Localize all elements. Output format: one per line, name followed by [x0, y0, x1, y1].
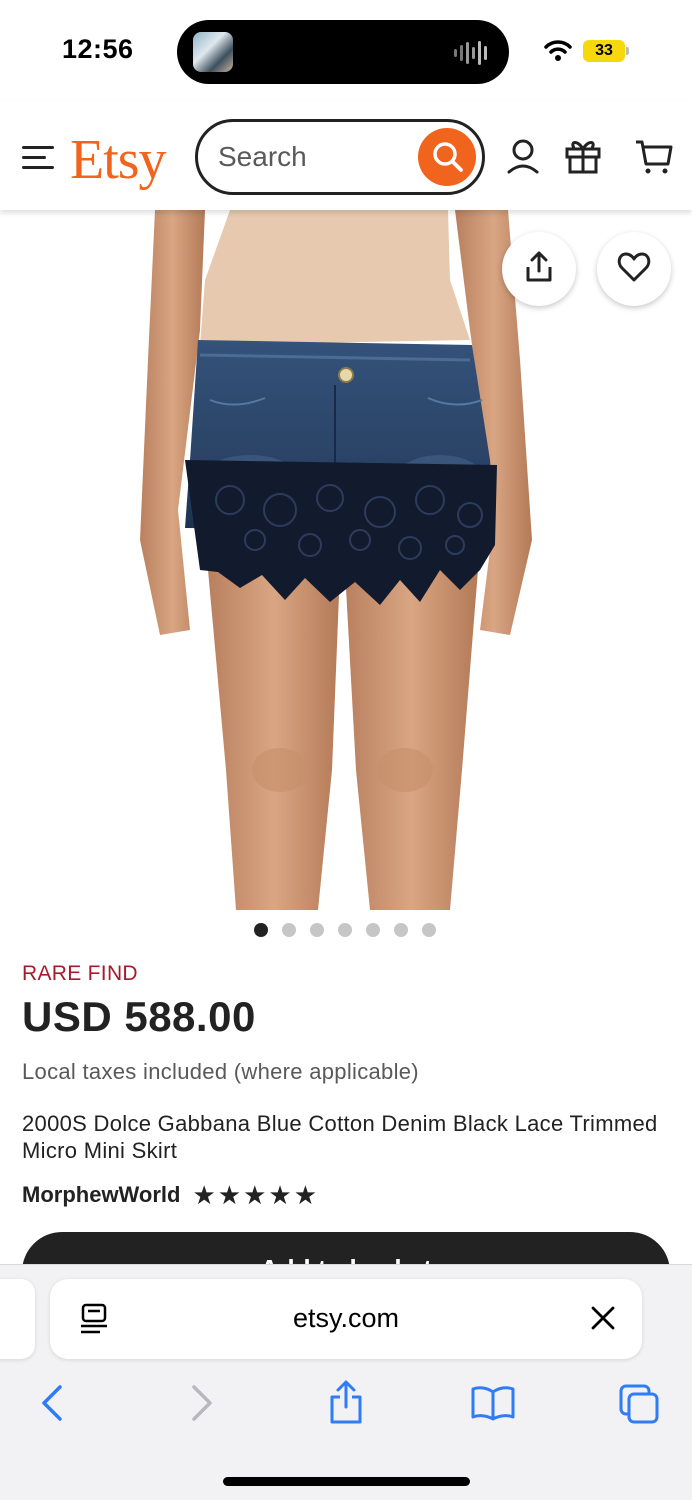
product-photo — [140, 210, 532, 910]
tax-note: Local taxes included (where applicable) — [22, 1059, 419, 1084]
browser-toolbar: etsy.com — [0, 1264, 692, 1500]
home-indicator[interactable] — [223, 1477, 470, 1486]
menu-icon[interactable] — [22, 146, 56, 170]
address-bar[interactable]: etsy.com — [50, 1279, 642, 1359]
share-icon[interactable] — [327, 1379, 365, 1425]
back-icon[interactable] — [38, 1383, 66, 1423]
now-playing-thumbnail — [193, 32, 233, 72]
carousel-dot[interactable] — [282, 923, 296, 937]
bookmarks-icon[interactable] — [470, 1385, 516, 1421]
carousel-dot[interactable] — [394, 923, 408, 937]
audio-wave-icon — [454, 41, 487, 65]
close-icon[interactable] — [590, 1305, 616, 1331]
battery-cap — [626, 47, 629, 55]
etsy-logo[interactable]: Etsy — [70, 128, 167, 192]
star-icon: ★ — [192, 1180, 216, 1210]
star-icon: ★ — [217, 1180, 242, 1210]
star-icon: ★ — [268, 1180, 292, 1210]
url-text: etsy.com — [292, 1303, 400, 1333]
search-icon — [433, 142, 463, 172]
previous-tab-peek[interactable] — [0, 1279, 35, 1359]
search-bar[interactable] — [195, 119, 485, 195]
share-button[interactable] — [502, 232, 576, 306]
cart-icon[interactable] — [634, 136, 674, 176]
product-title: 2000S Dolce Gabbana Blue Cotton Denim Bl… — [22, 1111, 658, 1163]
tabs-icon[interactable] — [618, 1383, 660, 1425]
battery-indicator: 33 — [583, 40, 625, 62]
carousel-dot[interactable] — [310, 923, 324, 937]
gift-icon[interactable] — [563, 136, 603, 176]
dynamic-island[interactable] — [177, 20, 509, 84]
account-icon[interactable] — [503, 136, 543, 176]
image-carousel-dots[interactable] — [254, 923, 436, 939]
site-header: Etsy — [0, 100, 692, 210]
status-bar: 12:56 33 — [0, 0, 692, 100]
star-icon: ★ — [243, 1180, 267, 1210]
carousel-dot[interactable] — [422, 923, 436, 937]
forward-icon[interactable] — [188, 1383, 216, 1423]
carousel-dot[interactable] — [338, 923, 352, 937]
wifi-icon — [544, 40, 572, 61]
heart-icon — [617, 252, 651, 282]
product-price: USD 588.00 — [22, 993, 256, 1040]
share-icon — [526, 251, 552, 282]
rare-find-badge: RARE FIND — [22, 962, 138, 985]
search-button[interactable] — [418, 128, 476, 186]
shop-row: MorphewWorld ★ ★ ★ ★ ★ — [22, 1180, 317, 1210]
star-icon: ★ — [293, 1180, 318, 1210]
status-time: 12:56 — [62, 34, 134, 64]
rating-stars[interactable]: ★ ★ ★ ★ ★ — [192, 1182, 317, 1208]
product-image[interactable] — [0, 210, 692, 910]
carousel-dot[interactable] — [366, 923, 380, 937]
favorite-button[interactable] — [597, 232, 671, 306]
search-input[interactable] — [218, 139, 408, 175]
shop-name-link[interactable]: MorphewWorld — [22, 1182, 180, 1208]
carousel-dot[interactable] — [254, 923, 268, 937]
